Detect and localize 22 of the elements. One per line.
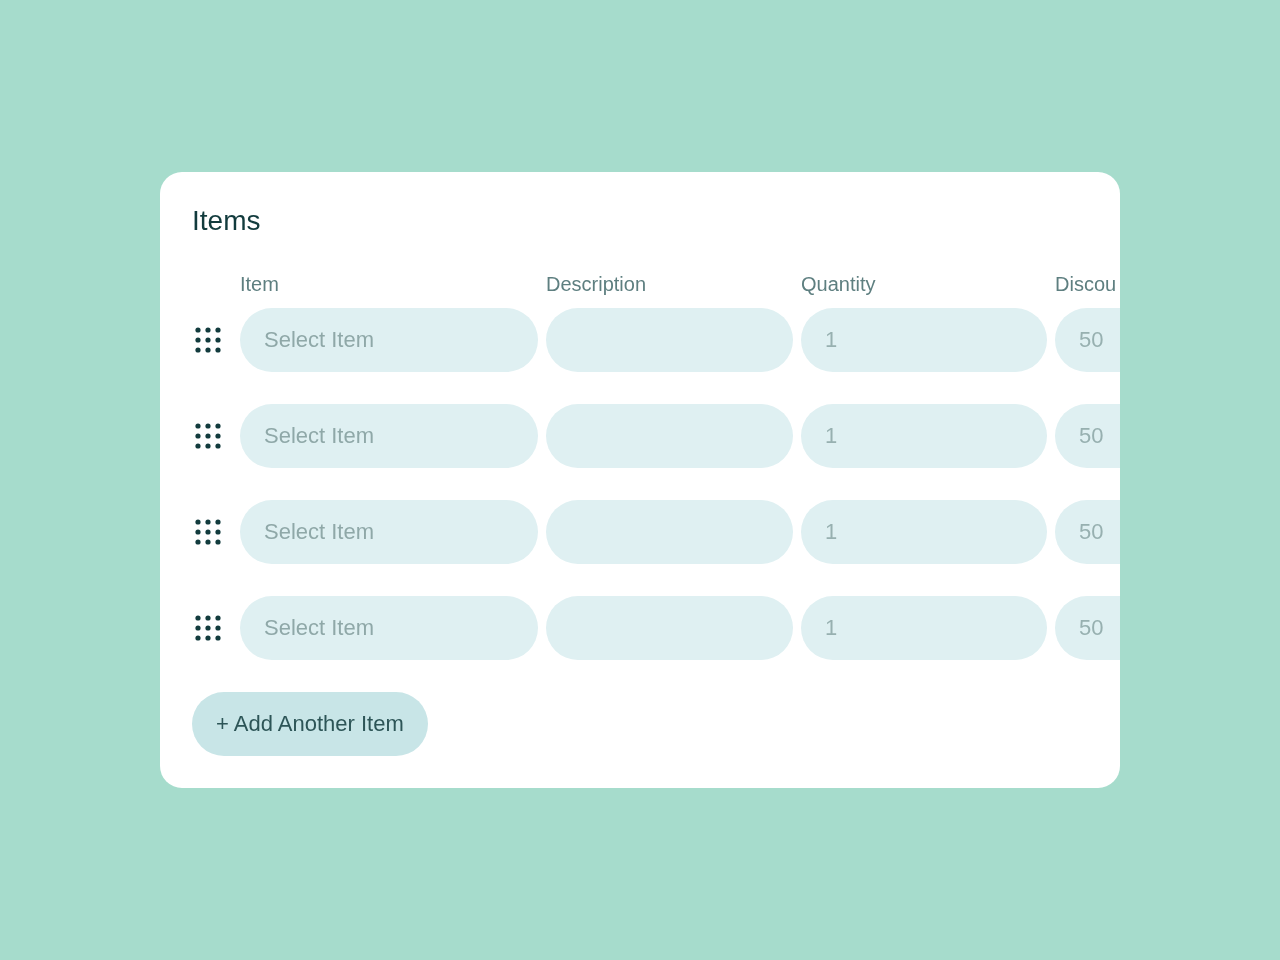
column-header: Description	[546, 273, 647, 295]
select-field[interactable]: Select Item	[240, 596, 538, 660]
drag-handle-icon[interactable]	[195, 327, 221, 353]
input-field[interactable]: 1	[801, 500, 1047, 564]
select-field[interactable]: Select Item	[240, 404, 538, 468]
input-field[interactable]: 50	[1055, 404, 1120, 468]
input-field[interactable]: 1	[801, 596, 1047, 660]
drag-handle-icon[interactable]	[195, 423, 221, 449]
add-item-button[interactable]: + Add Another Item	[192, 692, 428, 756]
card-title: Items	[192, 204, 262, 238]
input-field[interactable]: 1	[801, 308, 1047, 372]
column-header: Quantity	[801, 273, 876, 295]
select-field[interactable]: Select Item	[240, 308, 538, 372]
input-field[interactable]: 50	[1055, 596, 1120, 660]
input-field[interactable]: 50	[1055, 308, 1120, 372]
column-header: Discou	[1055, 273, 1117, 295]
input-field[interactable]: 50	[1055, 500, 1120, 564]
select-field[interactable]: Select Item	[240, 500, 538, 564]
column-header: Item	[240, 273, 279, 295]
input-field[interactable]: 1	[801, 404, 1047, 468]
drag-handle-icon[interactable]	[195, 615, 221, 641]
drag-handle-icon[interactable]	[195, 519, 221, 545]
